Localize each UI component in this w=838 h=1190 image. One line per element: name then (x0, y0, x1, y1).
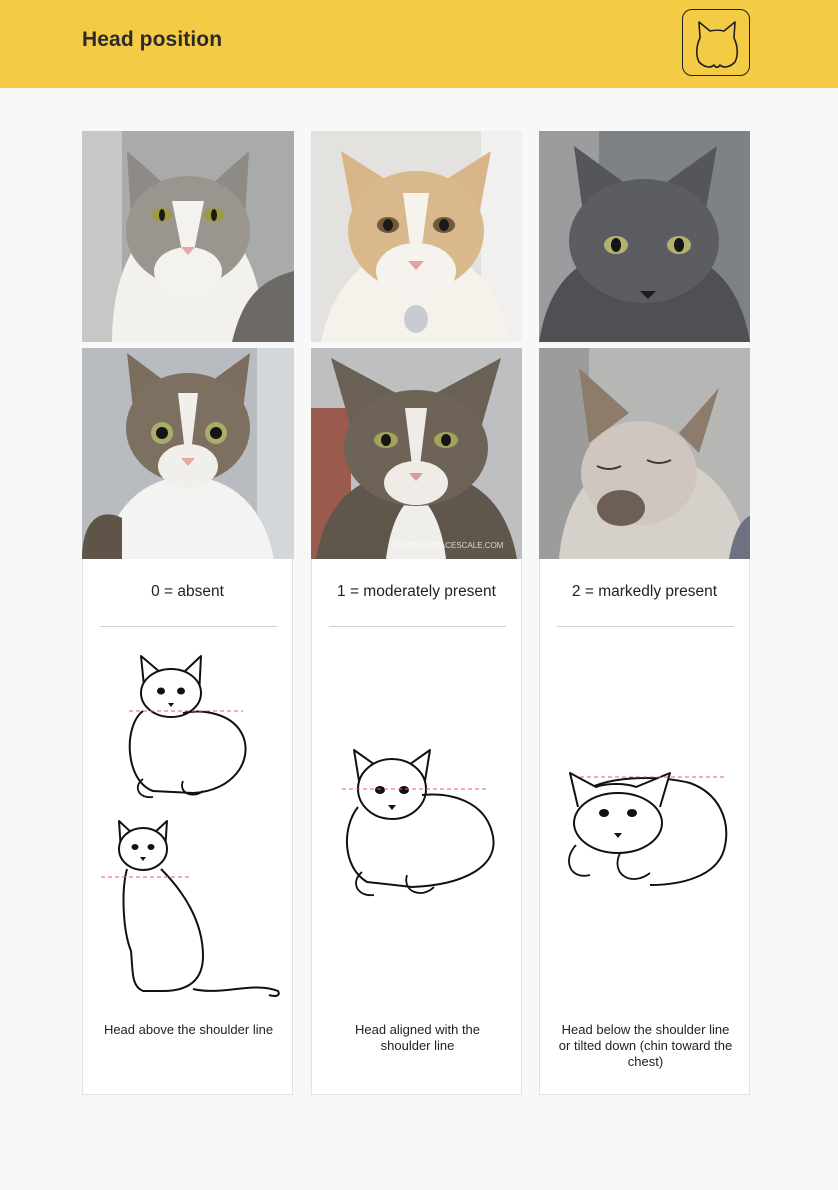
score-description: Head above the shoulder line (103, 1022, 274, 1037)
photo-watermark: FELINEGRIMACESCALE.COM (391, 541, 504, 550)
score-card-0: 0 = absent Head above the shoulder line (82, 559, 293, 1095)
score-card-1: 1 = moderately present Head aligned with… (311, 559, 522, 1095)
score-label: 1 = moderately present (337, 583, 496, 600)
page-title: Head position (82, 28, 223, 51)
cat-face-icon (682, 9, 750, 76)
photo-white-grey-cat (82, 131, 294, 342)
score-description: Head aligned with the shoulder line (354, 1022, 481, 1053)
head-above-shoulder-illustration (83, 651, 292, 1008)
score-label: 2 = markedly present (571, 583, 718, 600)
photo-cream-cat (311, 131, 522, 342)
header-bar: Head position (0, 0, 838, 88)
score-label: 0 = absent (151, 583, 224, 600)
head-below-shoulder-illustration (540, 765, 749, 910)
divider (100, 626, 277, 627)
score-card-2: 2 = markedly present Head below the shou… (539, 559, 750, 1095)
photo-tabby-cat-alert (82, 348, 294, 559)
head-aligned-shoulder-illustration (312, 747, 521, 912)
photo-grey-cat (539, 131, 750, 342)
divider (557, 626, 734, 627)
photo-siamese-cat-down (539, 348, 750, 559)
score-description: Head below the shoulder line or tilted d… (558, 1022, 733, 1069)
divider (329, 626, 506, 627)
photo-tabby-cat-level: FELINEGRIMACESCALE.COM (311, 348, 522, 559)
